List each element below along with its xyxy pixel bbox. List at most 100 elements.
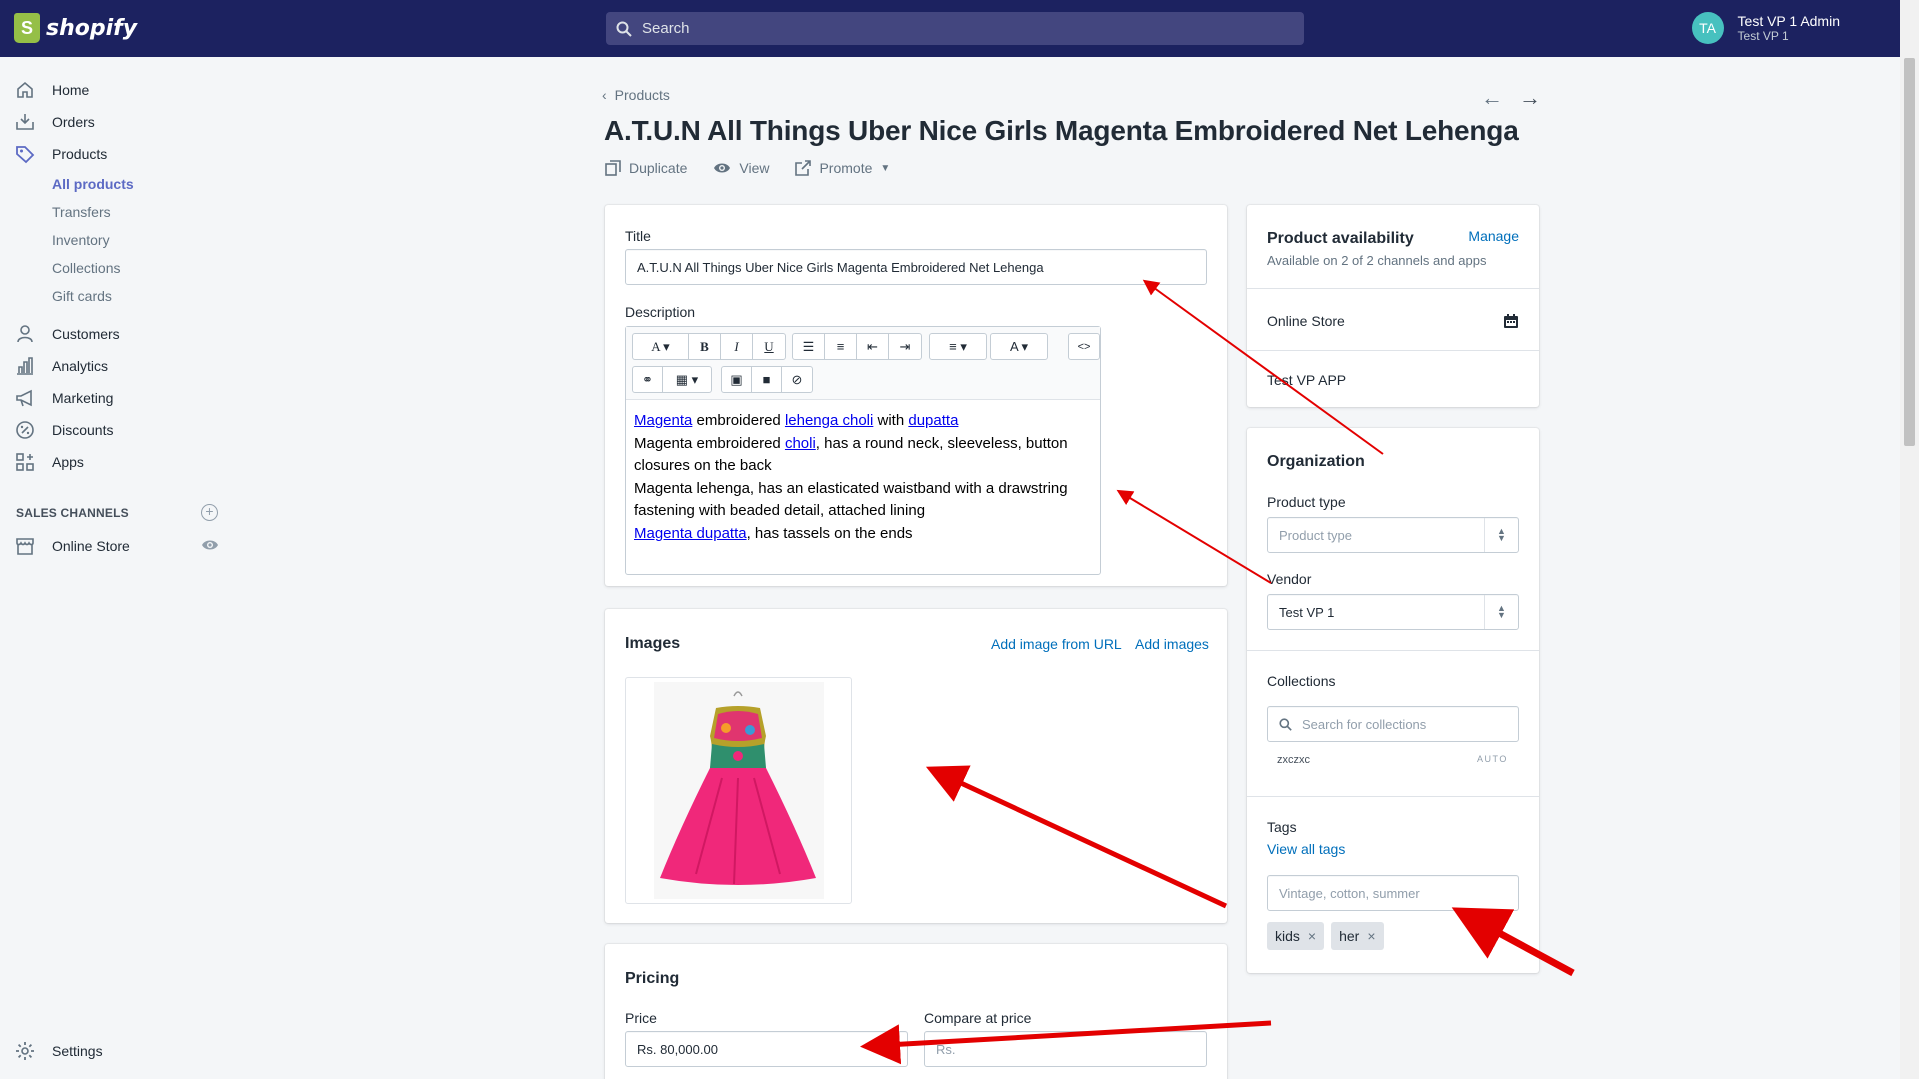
list-group: ☰ ≡ ⇤ ⇥ (792, 333, 922, 360)
add-image-from-url-link[interactable]: Add image from URL (991, 636, 1122, 652)
sidebar-item-orders[interactable]: Orders (14, 111, 95, 133)
link-magenta[interactable]: Magenta (634, 412, 692, 429)
search-placeholder: Search (642, 20, 690, 37)
text-color-dropdown[interactable]: A ▾ (991, 334, 1047, 359)
table-dropdown[interactable]: ▦ ▾ (663, 367, 711, 392)
discount-icon (14, 419, 36, 441)
add-images-link[interactable]: Add images (1135, 636, 1209, 652)
remove-tag-icon[interactable]: × (1308, 928, 1316, 944)
divider (1247, 288, 1539, 289)
collection-item: zxczxc (1277, 754, 1310, 766)
add-channel-icon[interactable]: + (201, 504, 218, 521)
font-style-dropdown[interactable]: A ▾ (633, 334, 689, 359)
sidebar-item-products[interactable]: Products (14, 143, 107, 165)
sidebar-item-apps[interactable]: Apps (14, 451, 84, 473)
description-editor[interactable]: A ▾ B I U ☰ ≡ ⇤ ⇥ ≡ ▾ A ▾ <> ⚭ ▦ ▾ ▣ ■ ⊘… (625, 326, 1101, 575)
align-dropdown[interactable]: ≡ ▾ (930, 334, 986, 359)
price-field[interactable]: Rs. 80,000.00 (625, 1031, 908, 1067)
italic-button[interactable]: I (721, 334, 753, 359)
clear-format-icon[interactable]: ⊘ (782, 367, 812, 392)
vendor-value: Test VP 1 (1279, 604, 1335, 620)
product-image-thumbnail[interactable] (625, 677, 852, 904)
link-magenta-dupatta[interactable]: Magenta dupatta (634, 525, 747, 542)
sidebar-item-customers[interactable]: Customers (14, 323, 120, 345)
sidebar-sub-transfers[interactable]: Transfers (52, 204, 111, 220)
sidebar-sub-collections[interactable]: Collections (52, 260, 120, 276)
search-icon (1279, 717, 1292, 731)
sidebar-sub-all-products[interactable]: All products (52, 176, 134, 192)
remove-tag-icon[interactable]: × (1367, 928, 1375, 944)
price-label: Price (625, 1010, 657, 1026)
vendor-field[interactable]: Test VP 1 ▲ ▼ (1267, 594, 1519, 630)
description-line-4: Magenta dupatta, has tassels on the ends (634, 523, 1096, 546)
user-menu[interactable]: TA Test VP 1 Admin Test VP 1 (1691, 12, 1840, 44)
sidebar-item-label: Customers (52, 326, 120, 342)
eye-icon[interactable] (201, 538, 219, 552)
divider (1247, 796, 1539, 797)
sidebar-item-discounts[interactable]: Discounts (14, 419, 113, 441)
gear-icon (14, 1040, 36, 1062)
compare-price-field[interactable]: Rs. (924, 1031, 1207, 1067)
bold-button[interactable]: B (689, 334, 721, 359)
channel-test-vp-app: Test VP APP (1267, 372, 1347, 388)
sidebar-sub-gift-cards[interactable]: Gift cards (52, 288, 112, 304)
sidebar-item-analytics[interactable]: Analytics (14, 355, 108, 377)
title-field[interactable]: A.T.U.N All Things Uber Nice Girls Magen… (625, 249, 1207, 285)
breadcrumb[interactable]: ‹ Products (602, 87, 670, 103)
link-lehenga-choli[interactable]: lehenga choli (785, 412, 873, 429)
pricing-heading: Pricing (625, 970, 680, 987)
header-actions: Duplicate View Promote ▼ (605, 160, 890, 176)
magenta-dress-image (654, 682, 824, 899)
caret-down-icon: ▼ (880, 162, 891, 174)
tag-label: kids (1275, 928, 1300, 944)
sidebar-item-home[interactable]: Home (14, 79, 89, 101)
link-icon[interactable]: ⚭ (633, 367, 663, 392)
bullet-list-icon[interactable]: ☰ (793, 334, 825, 359)
sidebar-sub-inventory[interactable]: Inventory (52, 232, 110, 248)
previous-arrow-icon[interactable]: ← (1481, 85, 1503, 111)
color-group: A ▾ (990, 333, 1048, 360)
outdent-icon[interactable]: ⇤ (857, 334, 889, 359)
view-button[interactable]: View (713, 160, 769, 176)
link-dupatta[interactable]: dupatta (908, 412, 958, 429)
page-scrollbar[interactable] (1900, 0, 1919, 1079)
bar-chart-icon (14, 355, 36, 377)
sidebar-item-online-store[interactable]: Online Store (14, 535, 130, 557)
compare-price-label: Compare at price (924, 1010, 1032, 1026)
link-choli[interactable]: choli (785, 435, 816, 452)
scrollbar-thumb[interactable] (1904, 58, 1915, 446)
description-content[interactable]: Magenta embroidered lehenga choli with d… (634, 410, 1096, 545)
duplicate-button[interactable]: Duplicate (605, 160, 687, 176)
promote-button[interactable]: Promote ▼ (795, 160, 890, 176)
user-name: Test VP 1 Admin (1737, 13, 1840, 29)
next-arrow-icon[interactable]: → (1519, 85, 1541, 111)
tags-input[interactable]: Vintage, cotton, summer (1267, 875, 1519, 911)
collections-search-field[interactable]: Search for collections (1267, 706, 1519, 742)
eye-icon (714, 163, 731, 173)
description-line-3: Magenta lehenga, has an elasticated wais… (634, 479, 1068, 520)
vendor-label: Vendor (1267, 571, 1312, 587)
numbered-list-icon[interactable]: ≡ (825, 334, 857, 359)
brand-name: shopify (46, 15, 138, 41)
sidebar-item-label: Marketing (52, 390, 114, 406)
underline-button[interactable]: U (753, 334, 785, 359)
product-type-field[interactable]: Product type ▲ ▼ (1267, 517, 1519, 553)
organization-card: Organization Product type Product type ▲… (1247, 428, 1539, 973)
calendar-icon[interactable] (1503, 313, 1519, 329)
view-all-tags-link[interactable]: View all tags (1267, 841, 1345, 857)
tag-item: her × (1331, 922, 1384, 950)
indent-icon[interactable]: ⇥ (889, 334, 921, 359)
image-icon[interactable]: ▣ (722, 367, 752, 392)
manage-link[interactable]: Manage (1468, 228, 1519, 244)
sidebar-item-marketing[interactable]: Marketing (14, 387, 113, 409)
sidebar-item-settings[interactable]: Settings (14, 1040, 103, 1062)
text-format-group: A ▾ B I U (632, 333, 786, 360)
product-type-placeholder: Product type (1279, 527, 1352, 543)
text: with (873, 412, 909, 429)
shopify-logo[interactable]: S shopify (14, 13, 137, 43)
code-view-icon[interactable]: <> (1069, 334, 1099, 359)
search-input[interactable]: Search (606, 12, 1304, 45)
page-title: A.T.U.N All Things Uber Nice Girls Magen… (604, 115, 1519, 146)
video-icon[interactable]: ■ (752, 367, 782, 392)
external-link-icon (795, 160, 812, 176)
